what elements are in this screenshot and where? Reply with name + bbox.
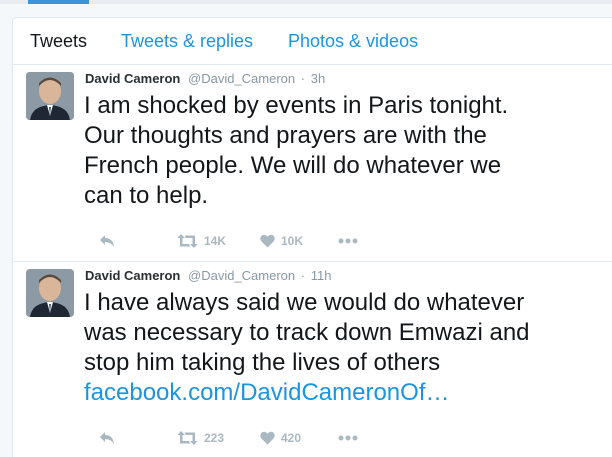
- tweet-header: David Cameron @David_Cameron · 3h: [85, 71, 325, 87]
- tweet-actions: 14K 10K: [85, 231, 385, 251]
- tweet[interactable]: David Cameron @David_Cameron · 3h I am s…: [13, 65, 612, 262]
- tweet-text: I am shocked by events in Paris tonight.…: [84, 91, 594, 211]
- tweet-header: David Cameron @David_Cameron · 11h: [85, 268, 331, 284]
- retweet-icon: [177, 431, 198, 445]
- tab-tweets-and-replies[interactable]: Tweets & replies: [121, 31, 253, 51]
- avatar[interactable]: [26, 72, 74, 120]
- tab-tweets[interactable]: Tweets: [30, 31, 87, 51]
- tweet-text-line: stop him taking the lives of others: [84, 349, 441, 376]
- tweet-text-line: can to help.: [84, 182, 209, 209]
- separator: ·: [300, 268, 306, 283]
- like-count: 420: [281, 431, 302, 445]
- tweet-actions: 223 420: [85, 428, 385, 448]
- more-button[interactable]: [338, 231, 358, 251]
- tweet[interactable]: David Cameron @David_Cameron · 11h I hav…: [13, 262, 612, 457]
- more-icon: [338, 238, 358, 244]
- more-button[interactable]: [338, 428, 358, 448]
- profile-tabs: Tweets Tweets & replies Photos & videos: [13, 18, 612, 65]
- retweet-icon: [177, 234, 198, 248]
- separator: ·: [300, 71, 306, 86]
- avatar[interactable]: [26, 269, 74, 317]
- retweet-count: 223: [204, 431, 225, 445]
- author-handle[interactable]: @David_Cameron: [188, 268, 295, 283]
- author-name[interactable]: David Cameron: [85, 71, 180, 86]
- tweet-text-line: Our thoughts and prayers are with the: [84, 122, 487, 149]
- avatar-image: [26, 72, 74, 120]
- reply-icon: [100, 432, 114, 444]
- avatar-image: [26, 269, 74, 317]
- retweet-count: 14K: [204, 234, 227, 248]
- tweet-link[interactable]: facebook.com/DavidCameronOf…: [84, 378, 594, 408]
- like-button[interactable]: 10K: [260, 231, 303, 251]
- tweet-text-line: French people. We will do whatever we: [84, 152, 502, 179]
- reply-button[interactable]: [99, 428, 116, 448]
- retweet-button[interactable]: 223: [177, 428, 224, 448]
- tab-photos-and-videos[interactable]: Photos & videos: [288, 31, 418, 51]
- tweet-timestamp[interactable]: 11h: [311, 268, 332, 283]
- reply-button[interactable]: [99, 231, 116, 251]
- tweet-text: I have always said we would do whatever …: [84, 288, 594, 408]
- reply-icon: [100, 235, 114, 247]
- retweet-button[interactable]: 14K: [177, 231, 226, 251]
- author-name[interactable]: David Cameron: [85, 268, 180, 283]
- tweet-text-line: was necessary to track down Emwazi and: [84, 319, 530, 346]
- tweet-text-line: I have always said we would do whatever: [84, 289, 525, 316]
- tweet-timestamp[interactable]: 3h: [311, 71, 325, 86]
- heart-icon: [260, 431, 275, 445]
- timeline-card: Tweets Tweets & replies Photos & videos …: [12, 17, 612, 457]
- top-nav-bar: [0, 0, 612, 4]
- tweet-text-line: I am shocked by events in Paris tonight.: [84, 92, 509, 119]
- more-icon: [338, 435, 358, 441]
- like-button[interactable]: 420: [260, 428, 301, 448]
- like-count: 10K: [281, 234, 304, 248]
- heart-icon: [260, 234, 275, 248]
- active-nav-indicator: [28, 0, 89, 4]
- author-handle[interactable]: @David_Cameron: [188, 71, 295, 86]
